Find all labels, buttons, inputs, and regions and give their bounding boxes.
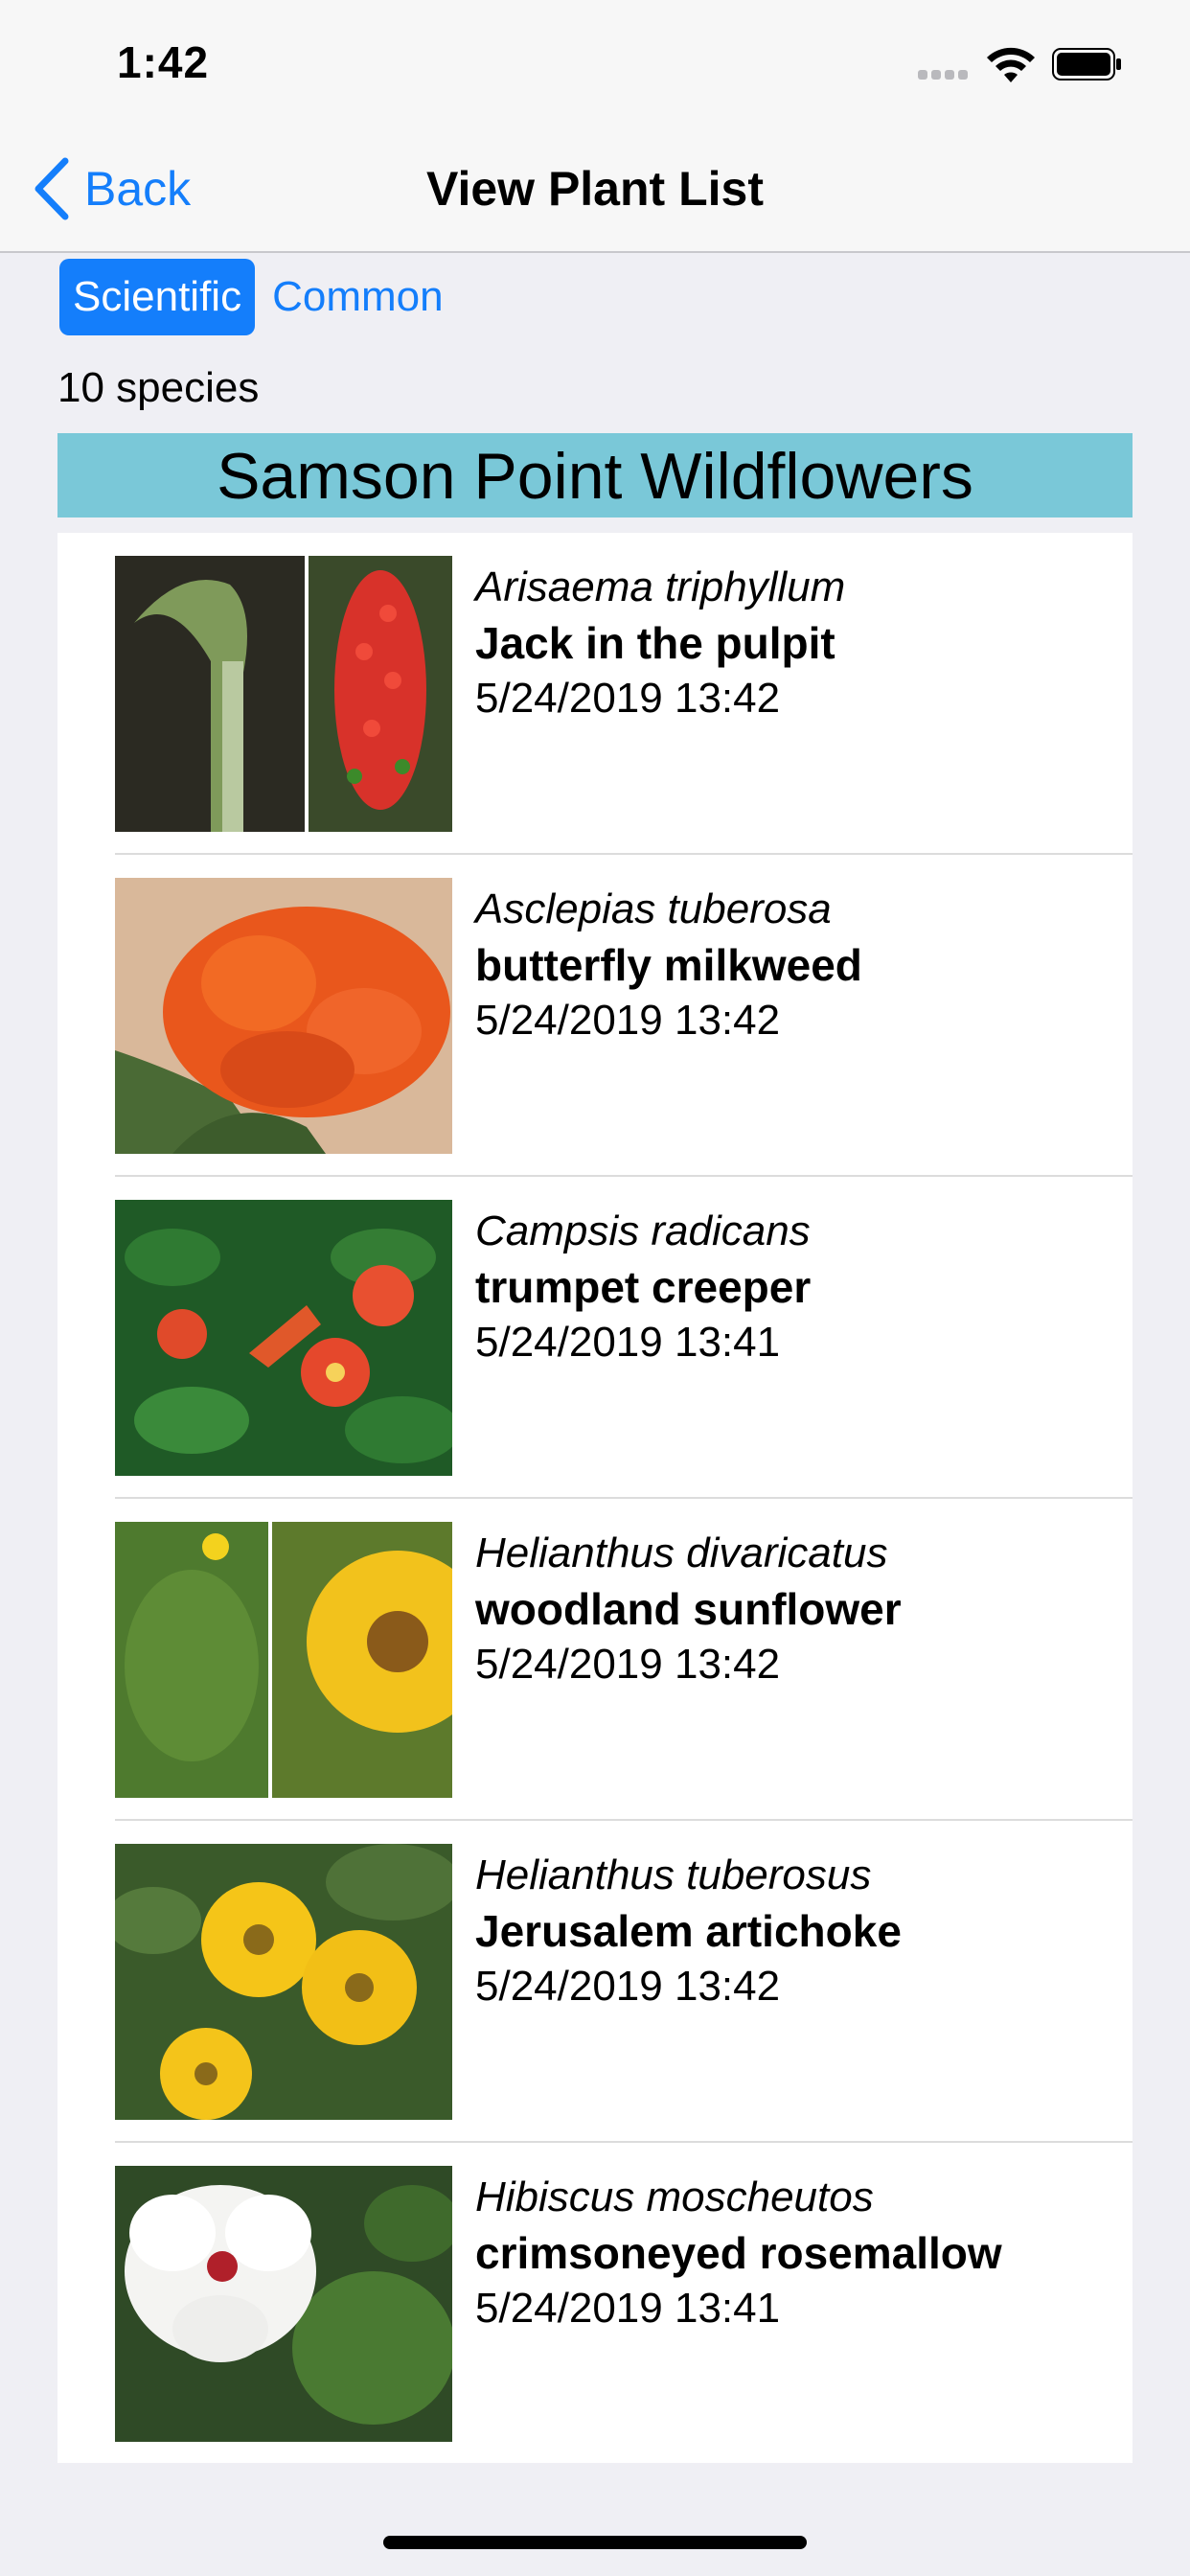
segment-scientific[interactable]: Scientific <box>59 259 256 335</box>
list-item[interactable]: Arisaema triphyllum Jack in the pulpit 5… <box>57 533 1133 855</box>
list-item[interactable]: Campsis radicans trumpet creeper 5/24/20… <box>57 1177 1133 1499</box>
jack-in-the-pulpit-photo <box>115 556 452 832</box>
butterfly-milkweed-photo <box>115 878 452 1154</box>
observation-date: 5/24/2019 13:42 <box>475 1641 781 1688</box>
list-item[interactable]: Asclepias tuberosa butterfly milkweed 5/… <box>57 855 1133 1177</box>
page-title: View Plant List <box>426 162 764 216</box>
scientific-name: Helianthus tuberosus <box>475 1852 872 1898</box>
home-indicator[interactable] <box>383 2536 807 2549</box>
status-time: 1:42 <box>117 37 210 87</box>
common-name: butterfly milkweed <box>475 940 862 990</box>
scientific-name: Campsis radicans <box>475 1208 811 1254</box>
scientific-name: Arisaema triphyllum <box>475 564 846 610</box>
scientific-name: Asclepias tuberosa <box>475 886 832 932</box>
observation-date: 5/24/2019 13:41 <box>475 1319 781 1366</box>
cellular-signal-icon <box>918 67 973 80</box>
status-bar: 1:42 <box>0 0 1190 126</box>
battery-icon <box>1052 48 1121 80</box>
common-name: Jerusalem artichoke <box>475 1906 902 1956</box>
list-item[interactable]: Hibiscus moscheutos crimsoneyed rosemall… <box>57 2143 1133 2463</box>
trumpet-creeper-photo <box>115 1200 452 1476</box>
list-item[interactable]: Helianthus divaricatus woodland sunflowe… <box>57 1499 1133 1821</box>
common-name: woodland sunflower <box>475 1584 902 1634</box>
plant-list: Arisaema triphyllum Jack in the pulpit 5… <box>57 533 1133 2463</box>
list-item[interactable]: Helianthus tuberosus Jerusalem artichoke… <box>57 1821 1133 2143</box>
observation-date: 5/24/2019 13:42 <box>475 997 781 1044</box>
wifi-icon <box>987 47 1035 82</box>
common-name: Jack in the pulpit <box>475 618 835 668</box>
observation-date: 5/24/2019 13:42 <box>475 1963 781 2010</box>
woodland-sunflower-photo <box>115 1522 452 1798</box>
common-name: trumpet creeper <box>475 1262 812 1312</box>
observation-date: 5/24/2019 13:41 <box>475 2285 781 2332</box>
scientific-name: Helianthus divaricatus <box>475 1530 888 1576</box>
rosemallow-photo <box>115 2166 452 2442</box>
navigation-bar: Back View Plant List <box>0 126 1190 253</box>
species-count: 10 species <box>57 364 260 411</box>
scientific-name: Hibiscus moscheutos <box>475 2174 874 2220</box>
sort-segmented-control: Scientific Common <box>59 259 461 335</box>
jerusalem-artichoke-photo <box>115 1844 452 2120</box>
section-header: Samson Point Wildflowers <box>57 433 1133 518</box>
segment-common[interactable]: Common <box>259 259 457 335</box>
observation-date: 5/24/2019 13:42 <box>475 675 781 722</box>
common-name: crimsoneyed rosemallow <box>475 2228 1002 2278</box>
